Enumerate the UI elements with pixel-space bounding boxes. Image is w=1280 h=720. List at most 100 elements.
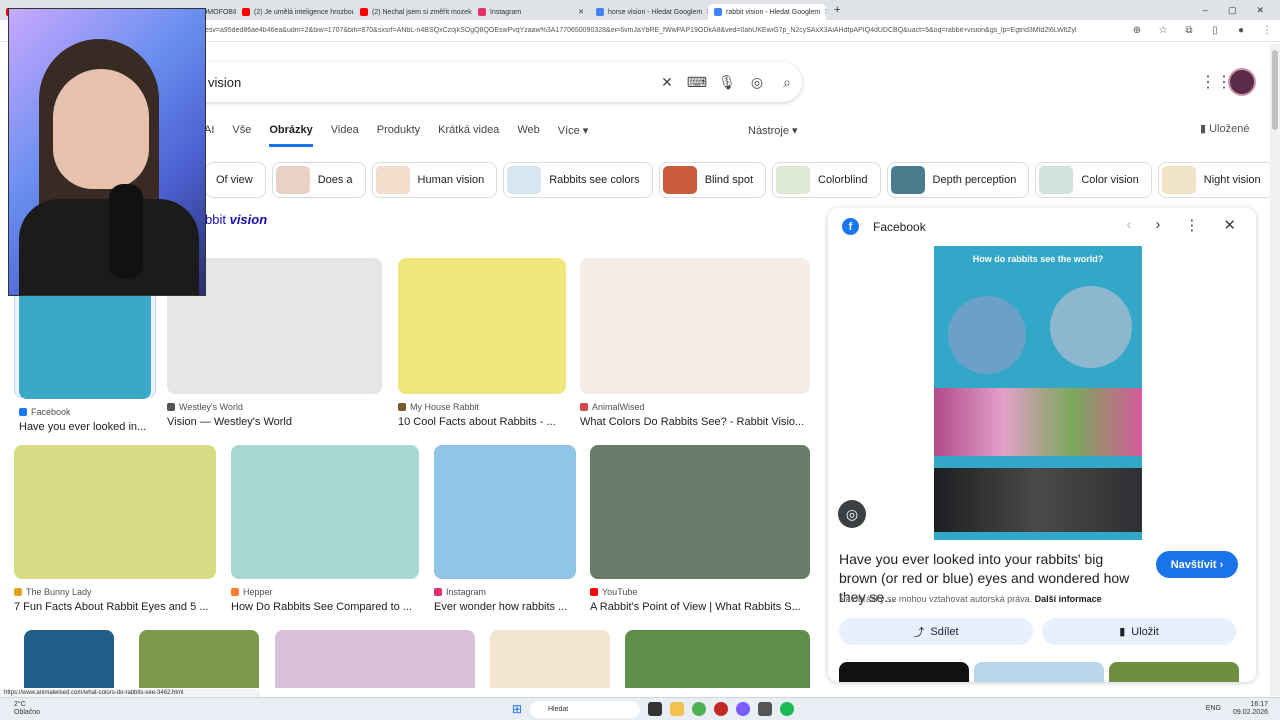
related-chip[interactable]: Colorblind — [772, 162, 881, 198]
clear-icon[interactable]: ✕ — [652, 74, 682, 91]
related-chip[interactable]: Color vision — [1035, 162, 1152, 198]
filter-tab[interactable]: Krátká videa — [438, 124, 499, 137]
visual-search-icon[interactable]: ◎ — [838, 500, 866, 528]
avatar[interactable] — [1228, 68, 1256, 96]
share-button[interactable]: ⤴ Sdílet — [839, 618, 1033, 645]
related-thumb[interactable] — [839, 662, 969, 682]
url-field[interactable]: esv=a95ded86ae4b46ea&udm=2&biw=1707&bih=… — [205, 27, 1124, 34]
result-title[interactable]: What Colors Do Rabbits See? - Rabbit Vis… — [580, 416, 810, 428]
result-thumbnail[interactable] — [398, 258, 566, 394]
result-source[interactable]: The Bunny Lady — [14, 587, 216, 597]
app-icon[interactable] — [714, 702, 728, 716]
result-source[interactable]: Facebook — [19, 407, 151, 417]
file-explorer-icon[interactable] — [670, 702, 684, 716]
minimize-icon[interactable]: – — [1203, 5, 1208, 16]
result-title[interactable]: Have you ever looked in... — [19, 421, 151, 433]
result-thumbnail[interactable] — [434, 445, 576, 579]
filter-tab[interactable]: Videa — [331, 124, 359, 137]
browser-tab[interactable]: (2) Nechal jsem si změřit mozek✕ — [354, 4, 472, 20]
clock[interactable]: 16:17 09.02.2026 — [1233, 701, 1268, 717]
result-source[interactable]: AnimalWised — [580, 402, 810, 412]
result-source[interactable]: My House Rabbit — [398, 402, 566, 412]
sidepanel-icon[interactable]: ▯ — [1202, 25, 1228, 36]
maximize-icon[interactable]: ▢ — [1228, 5, 1237, 16]
taskbar-search[interactable]: Hledat — [530, 701, 640, 718]
weather-widget[interactable]: 2°C Oblačno — [0, 701, 40, 717]
extensions-icon[interactable]: ⧉ — [1176, 25, 1202, 36]
related-thumb[interactable] — [974, 662, 1104, 682]
next-icon[interactable]: › — [1155, 216, 1160, 234]
browser-menu-icon[interactable]: ⋮ — [1254, 25, 1280, 36]
image-result[interactable]: Hepper How Do Rabbits See Compared to ... — [231, 445, 419, 613]
related-chip[interactable]: Blind spot — [658, 162, 766, 198]
messenger-icon[interactable] — [736, 702, 750, 716]
search-icon[interactable]: ⌕ — [772, 74, 802, 91]
result-source[interactable]: Westley's World — [167, 402, 382, 412]
save-button[interactable]: ▮ Uložit — [1042, 618, 1236, 645]
result-source[interactable]: YouTube — [590, 587, 810, 597]
close-icon[interactable]: ✕ — [1223, 216, 1236, 234]
preview-image[interactable]: How do rabbits see the world? — [934, 246, 1142, 540]
result-thumbnail[interactable] — [580, 258, 810, 394]
result-title[interactable]: A Rabbit's Point of View | What Rabbits … — [590, 601, 810, 613]
bookmark-star-icon[interactable]: ☆ — [1150, 25, 1176, 36]
task-view-icon[interactable] — [648, 702, 662, 716]
image-result[interactable]: YouTube A Rabbit's Point of View | What R… — [590, 445, 810, 613]
browser-tab[interactable]: Instagram ✕ — [472, 4, 590, 20]
image-result[interactable]: The Bunny Lady 7 Fun Facts About Rabbit E… — [14, 445, 216, 613]
mic-icon[interactable]: 🎙 — [712, 74, 742, 91]
result-title[interactable]: Vision — Westley's World — [167, 416, 382, 428]
browser-tab[interactable]: horse vision - Hledat Googlem✕ — [590, 4, 708, 20]
browser-tab[interactable]: (2) Je umělá inteligence hrozbou✕ — [236, 4, 354, 20]
panel-source[interactable]: Facebook — [873, 220, 926, 234]
image-result-thumbnail[interactable] — [275, 630, 475, 688]
tab-close-icon[interactable]: ✕ — [578, 8, 584, 16]
profile-icon[interactable]: ● — [1228, 25, 1254, 36]
spotify-icon[interactable] — [780, 702, 794, 716]
filter-tab[interactable]: Obrázky — [269, 124, 314, 147]
search-input[interactable]: vision — [208, 75, 652, 90]
image-result-thumbnail[interactable] — [625, 630, 810, 688]
result-thumbnail[interactable] — [231, 445, 419, 579]
image-result[interactable]: AnimalWised What Colors Do Rabbits See? -… — [580, 258, 810, 428]
image-result-thumbnail[interactable] — [490, 630, 610, 688]
keyboard-icon[interactable]: ⌨ — [682, 74, 712, 91]
image-result[interactable]: My House Rabbit 10 Cool Facts about Rabbi… — [398, 258, 566, 428]
related-chip[interactable]: Of view — [205, 162, 266, 198]
related-chip[interactable]: Does a — [271, 162, 366, 198]
tools-button[interactable]: Nástroje ▾ — [748, 124, 798, 137]
results-heading[interactable]: bbit vision — [205, 212, 267, 227]
related-chip[interactable]: Human vision — [371, 162, 498, 198]
filter-tab[interactable]: Web — [517, 124, 539, 137]
filter-tab[interactable]: Produkty — [377, 124, 420, 137]
window-close-icon[interactable]: ✕ — [1256, 5, 1264, 16]
result-source[interactable]: Instagram — [434, 587, 576, 597]
browser-tab[interactable]: rabbit vision - Hledat Googlem✕ — [708, 4, 826, 20]
scrollbar-thumb[interactable] — [1272, 50, 1278, 130]
visit-button[interactable]: Navštívit › — [1156, 551, 1238, 578]
result-source[interactable]: Hepper — [231, 587, 419, 597]
lang-indicator[interactable]: ENG — [1206, 705, 1221, 713]
filter-tab[interactable]: Více ▾ — [558, 124, 589, 137]
image-result-thumbnail[interactable] — [139, 630, 259, 688]
filter-tab[interactable]: Vše — [232, 124, 251, 137]
related-chip[interactable]: Night vision — [1157, 162, 1274, 198]
result-title[interactable]: Ever wonder how rabbits ... — [434, 601, 576, 613]
saved-link[interactable]: ▮ Uložené — [1200, 122, 1249, 135]
scrollbar[interactable] — [1270, 44, 1280, 696]
result-thumbnail[interactable] — [14, 445, 216, 579]
related-chip[interactable]: Depth perception — [886, 162, 1030, 198]
prev-icon[interactable]: ‹ — [1126, 216, 1131, 234]
result-title[interactable]: 7 Fun Facts About Rabbit Eyes and 5 ... — [14, 601, 216, 613]
related-thumb[interactable] — [1109, 662, 1239, 682]
image-result[interactable]: Instagram Ever wonder how rabbits ... — [434, 445, 576, 613]
new-tab-button[interactable]: + — [826, 4, 848, 16]
windows-start-icon[interactable]: ⊞ — [512, 702, 526, 716]
zoom-icon[interactable]: ⊕ — [1124, 25, 1150, 36]
result-title[interactable]: 10 Cool Facts about Rabbits - ... — [398, 416, 566, 428]
image-result-thumbnail[interactable] — [24, 630, 114, 688]
lens-icon[interactable]: ◎ — [742, 74, 772, 91]
result-title[interactable]: How Do Rabbits See Compared to ... — [231, 601, 419, 613]
app-icon[interactable] — [758, 702, 772, 716]
related-chip[interactable]: Rabbits see colors — [503, 162, 653, 198]
